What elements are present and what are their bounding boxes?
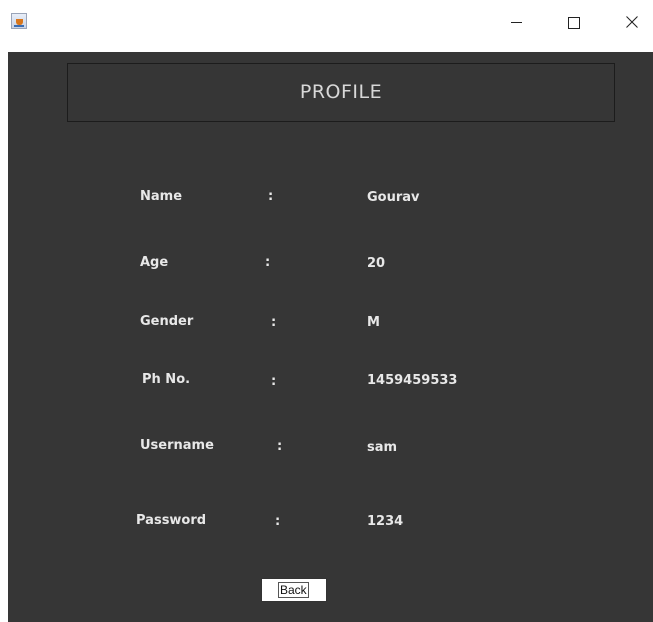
name-colon: : — [268, 189, 274, 204]
username-label: Username — [140, 438, 214, 453]
back-button[interactable]: Back — [261, 578, 327, 602]
password-value: 1234 — [367, 514, 404, 529]
back-button-label: Back — [278, 582, 309, 598]
phone-value: 1459459533 — [367, 373, 458, 388]
page-title: PROFILE — [299, 81, 383, 103]
password-colon: : — [275, 514, 281, 529]
close-icon — [626, 16, 638, 28]
gender-value: M — [367, 315, 380, 330]
phone-colon: : — [271, 374, 277, 389]
password-label: Password — [136, 513, 207, 528]
phone-label: Ph No. — [142, 372, 191, 387]
age-value: 20 — [367, 256, 386, 271]
header-box: PROFILE — [67, 63, 615, 122]
gender-label: Gender — [140, 314, 194, 329]
age-label: Age — [140, 255, 169, 270]
minimize-button[interactable] — [497, 8, 537, 36]
username-colon: : — [277, 439, 283, 454]
java-app-icon[interactable] — [11, 13, 27, 29]
maximize-button[interactable] — [553, 8, 593, 36]
name-value: Gourav — [367, 190, 420, 205]
close-button[interactable] — [612, 8, 652, 36]
gender-colon: : — [271, 315, 277, 330]
title-bar[interactable] — [0, 0, 653, 44]
app-window: PROFILE Name : Gourav Age : 20 Gender : … — [0, 0, 653, 622]
age-colon: : — [265, 255, 271, 270]
username-value: sam — [367, 440, 398, 455]
name-label: Name — [140, 189, 183, 204]
profile-panel: PROFILE Name : Gourav Age : 20 Gender : … — [8, 52, 653, 622]
